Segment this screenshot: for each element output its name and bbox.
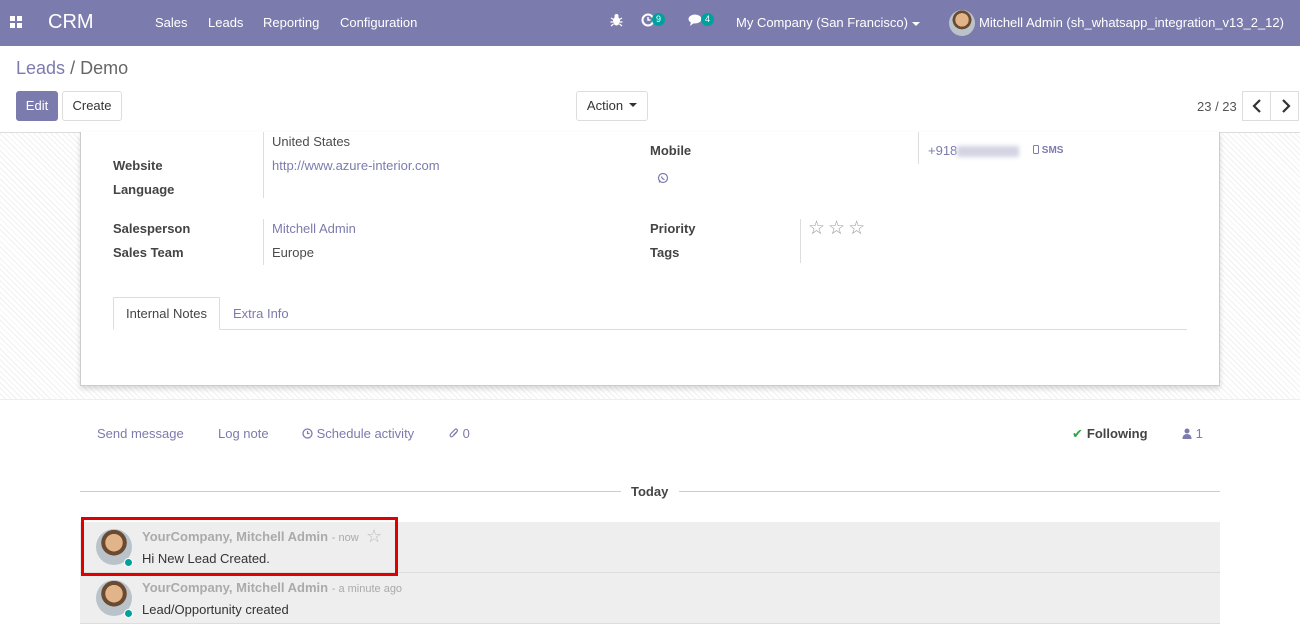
- message-body: Lead/Opportunity created: [142, 602, 289, 617]
- schedule-activity-button[interactable]: Schedule activity: [302, 426, 414, 441]
- followers-count: 1: [1195, 426, 1203, 441]
- action-dropdown[interactable]: Action: [576, 91, 648, 121]
- field-divider: [263, 132, 264, 198]
- breadcrumb-leads[interactable]: Leads: [16, 58, 65, 78]
- following-label: Following: [1086, 426, 1148, 441]
- sms-label: SMS: [1041, 145, 1064, 156]
- sales-team-value[interactable]: Europe: [272, 245, 314, 260]
- language-label: Language: [113, 182, 175, 197]
- tab-internal-notes[interactable]: Internal Notes: [113, 297, 220, 330]
- field-divider: [263, 219, 264, 265]
- date-separator-line: [80, 491, 621, 492]
- message-header: YourCompany, Mitchell Admin - a minute a…: [142, 580, 402, 595]
- company-name: My Company (San Francisco): [736, 15, 908, 30]
- priority-label: Priority: [650, 221, 696, 236]
- menu-reporting[interactable]: Reporting: [263, 15, 319, 30]
- salesperson-label: Salesperson: [113, 221, 191, 236]
- website-label: Website: [113, 158, 163, 173]
- tabs-divider: [113, 329, 1187, 330]
- menu-leads[interactable]: Leads: [208, 15, 243, 30]
- menu-sales[interactable]: Sales: [155, 15, 188, 30]
- debug-bug-icon[interactable]: [610, 13, 623, 30]
- breadcrumb-current: Demo: [80, 58, 129, 78]
- attachments-button[interactable]: 0: [449, 426, 470, 441]
- followers-button[interactable]: 1: [1182, 426, 1203, 441]
- field-divider: [918, 132, 919, 164]
- date-separator-line: [679, 491, 1220, 492]
- chevron-down-icon: [911, 21, 920, 26]
- pager-value[interactable]: 23 / 23: [1197, 99, 1237, 114]
- message-time: - a minute ago: [331, 583, 403, 595]
- action-label: Action: [586, 98, 624, 113]
- highlight-box: [81, 517, 398, 576]
- pager-next-button[interactable]: [1270, 91, 1299, 121]
- field-divider: [800, 219, 801, 263]
- company-switcher[interactable]: My Company (San Francisco): [736, 15, 920, 30]
- user-menu[interactable]: Mitchell Admin (sh_whatsapp_integration_…: [979, 15, 1284, 30]
- check-icon: ✔: [1072, 426, 1083, 441]
- user-icon: [1182, 428, 1192, 439]
- edit-button[interactable]: Edit: [16, 91, 58, 121]
- top-navbar: CRM Sales Leads Reporting Configuration …: [0, 0, 1300, 46]
- attachments-count: 0: [462, 426, 470, 441]
- breadcrumb: Leads / Demo: [16, 58, 128, 79]
- message-author[interactable]: YourCompany, Mitchell Admin: [142, 580, 328, 595]
- clock-icon: [302, 428, 313, 439]
- following-button[interactable]: ✔ Following: [1072, 426, 1148, 442]
- send-message-button[interactable]: Send message: [97, 426, 184, 441]
- tab-extra-info[interactable]: Extra Info: [233, 306, 289, 321]
- mobile-redacted: [957, 146, 1020, 158]
- date-separator-today: Today: [631, 484, 669, 499]
- mobile-value[interactable]: +918: [928, 143, 1020, 158]
- mobile-phone-icon: [1033, 145, 1039, 154]
- salesperson-value[interactable]: Mitchell Admin: [272, 221, 356, 236]
- chevron-left-icon: [1252, 99, 1261, 113]
- log-note-button[interactable]: Log note: [218, 426, 269, 441]
- pager-previous-button[interactable]: [1242, 91, 1271, 121]
- mobile-label: Mobile: [650, 143, 692, 158]
- user-avatar[interactable]: [949, 10, 975, 36]
- message-count-badge: 4: [701, 13, 715, 26]
- app-brand[interactable]: CRM: [48, 11, 94, 34]
- country-value[interactable]: United States: [272, 134, 350, 149]
- online-status-icon: [124, 609, 133, 618]
- create-button[interactable]: Create: [62, 91, 122, 121]
- tags-label: Tags: [650, 245, 680, 260]
- schedule-activity-label: Schedule activity: [316, 426, 415, 441]
- breadcrumb-separator: /: [70, 58, 76, 78]
- priority-star-icons[interactable]: ☆☆☆: [808, 217, 868, 240]
- apps-grid-icon[interactable]: [10, 16, 22, 28]
- paperclip-icon: [449, 428, 459, 438]
- chatter-message: YourCompany, Mitchell Admin - a minute a…: [80, 573, 1220, 624]
- chevron-down-icon: [629, 103, 638, 108]
- whatsapp-icon[interactable]: [657, 172, 669, 187]
- website-link[interactable]: http://www.azure-interior.com: [272, 158, 440, 173]
- menu-configuration[interactable]: Configuration: [340, 15, 417, 30]
- chevron-right-icon: [1282, 99, 1291, 113]
- mobile-prefix: +918: [928, 143, 958, 158]
- sales-team-label: Sales Team: [113, 245, 184, 260]
- activity-count-badge: 9: [652, 13, 666, 26]
- sms-button[interactable]: SMS: [1033, 145, 1063, 156]
